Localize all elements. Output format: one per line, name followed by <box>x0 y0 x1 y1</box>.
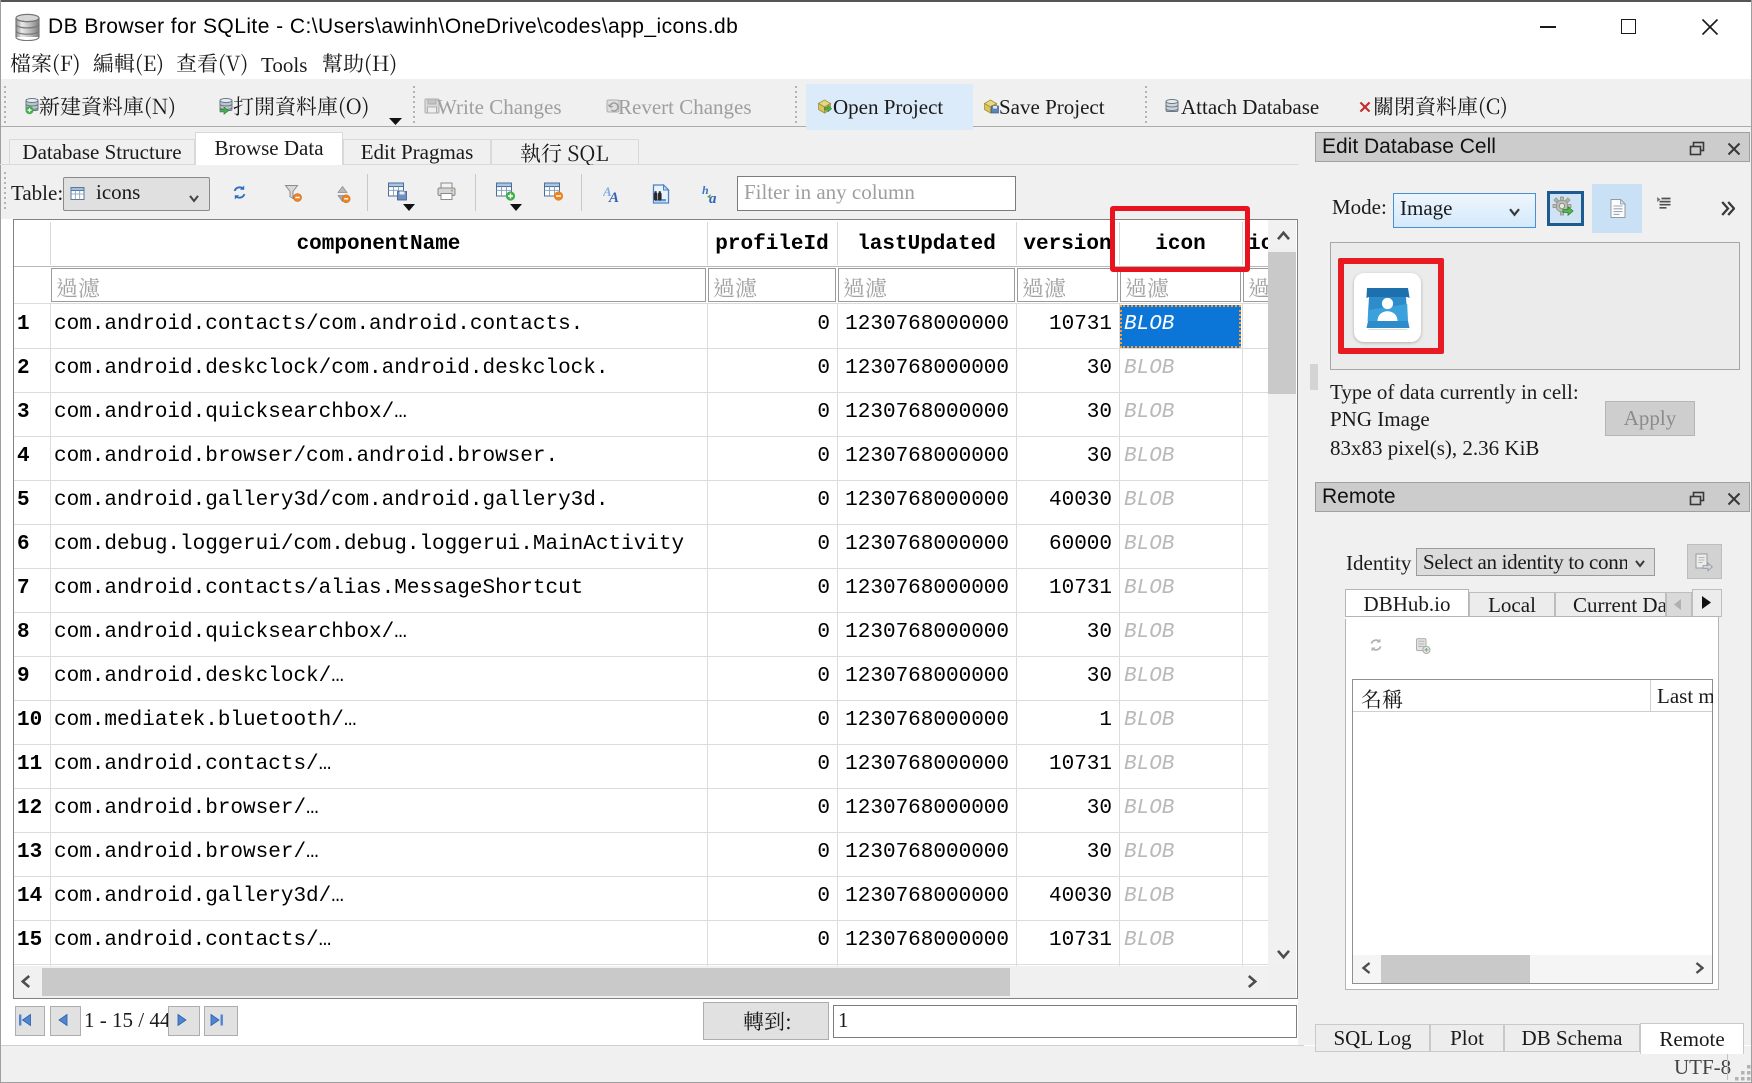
svg-text:h: h <box>702 184 709 197</box>
svg-text:A: A <box>608 190 619 205</box>
svg-text:a: a <box>709 191 717 205</box>
